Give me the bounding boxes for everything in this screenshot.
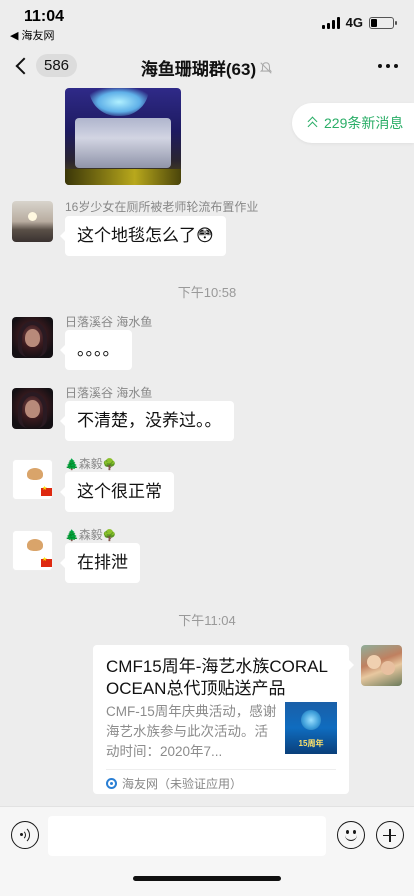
chat-area[interactable]: 229条新消息 16岁少女在厕所被老师轮流布置作业 这个地毯怎么了😳 下午10:… <box>0 88 414 806</box>
avatar[interactable] <box>12 530 53 571</box>
page-title-container: 海鱼珊瑚群(63) <box>0 55 414 80</box>
signal-icon <box>321 16 340 29</box>
message-bubble[interactable]: 这个很正常 <box>60 472 174 512</box>
sender-name: 日落溪谷 海水鱼 <box>65 315 153 329</box>
message-bubble[interactable]: 。。。。 <box>60 330 132 370</box>
voice-icon[interactable] <box>11 821 39 849</box>
page-title: 海鱼珊瑚群(63) <box>140 60 257 79</box>
back-to-app-link[interactable]: ◀ 海友网 <box>10 27 55 43</box>
input-bar <box>0 806 414 896</box>
tree-icon: 🌳 <box>102 459 117 471</box>
timestamp: 下午11:04 <box>178 613 236 628</box>
app-source-icon <box>106 778 117 789</box>
new-messages-button[interactable]: 229条新消息 <box>292 103 414 143</box>
sender-name-text: 森毅 <box>78 528 103 542</box>
avatar[interactable] <box>361 645 402 686</box>
emoji-icon[interactable] <box>337 821 365 849</box>
divider <box>106 769 336 770</box>
message-bubble[interactable]: 这个地毯怎么了😳 <box>60 216 226 256</box>
card-source-label: 海友网（未验证应用） <box>122 777 243 791</box>
bell-slash-icon <box>260 61 273 74</box>
sender-name: 16岁少女在厕所被老师轮流布置作业 <box>65 200 259 214</box>
message-bubble[interactable]: 在排泄 <box>60 543 140 583</box>
home-indicator[interactable] <box>133 876 281 881</box>
message-bubble[interactable]: 不清楚，没养过。。 <box>60 401 234 441</box>
battery-level <box>371 18 378 27</box>
tree-icon: 🌳 <box>102 530 117 542</box>
network-type: 4G <box>345 15 363 30</box>
avatar[interactable] <box>12 459 53 500</box>
nav-bar: 586 海鱼珊瑚群(63) <box>0 44 414 88</box>
avatar[interactable] <box>12 317 53 358</box>
image-message[interactable] <box>65 88 181 185</box>
status-time: 11:04 <box>24 8 65 25</box>
sender-name-text: 森毅 <box>78 457 103 471</box>
card-title: CMF15周年-海艺水族CORAL OCEAN总代顶贴送产品 <box>106 657 328 698</box>
double-chevron-up-icon <box>308 117 318 129</box>
card-source: 海友网（未验证应用） <box>106 775 242 792</box>
avatar[interactable] <box>12 201 53 242</box>
message-input[interactable] <box>48 816 326 856</box>
tree-icon: 🌲 <box>65 459 79 471</box>
status-indicators: 4G <box>321 15 397 30</box>
sender-name: 🌲森毅🌳 <box>65 526 116 543</box>
avatar[interactable] <box>12 388 53 429</box>
battery-icon <box>369 16 397 29</box>
status-bar: 11:04 ◀ 海友网 4G <box>0 0 414 44</box>
thumbnail-label: 15周年 <box>298 739 324 748</box>
card-description: CMF-15周年庆典活动，感谢海艺水族参与此次活动。活动时间：2020年7... <box>106 704 277 759</box>
more-icon[interactable] <box>378 64 398 68</box>
timestamp: 下午10:58 <box>177 285 237 300</box>
tree-icon: 🌲 <box>65 530 79 542</box>
card-thumbnail: 15周年 <box>285 702 337 754</box>
plus-icon[interactable] <box>376 821 404 849</box>
link-card-message[interactable]: CMF15周年-海艺水族CORAL OCEAN总代顶贴送产品 CMF-15周年庆… <box>93 645 354 794</box>
new-messages-label: 229条新消息 <box>324 115 404 131</box>
sender-name: 日落溪谷 海水鱼 <box>65 386 153 400</box>
sender-name: 🌲森毅🌳 <box>65 455 116 472</box>
